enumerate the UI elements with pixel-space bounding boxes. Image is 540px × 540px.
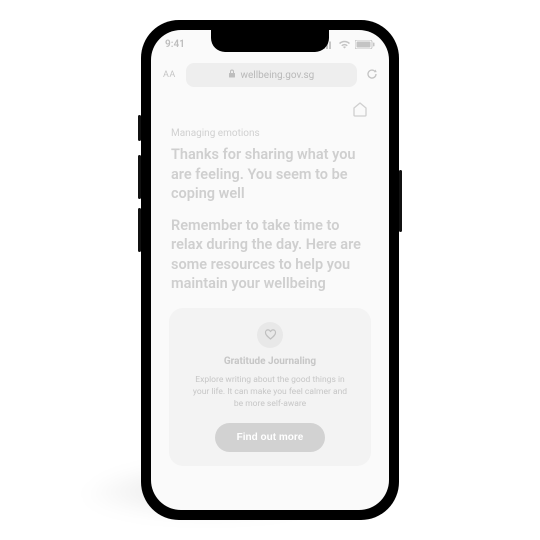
page-paragraph: Remember to take time to relax during th… <box>171 216 369 294</box>
phone-frame: 9:41 AA wellbeing.gov.sg <box>141 20 399 520</box>
reload-icon[interactable] <box>365 66 379 85</box>
phone-side-button <box>399 170 402 232</box>
status-time: 9:41 <box>165 39 185 50</box>
card-title: Gratitude Journaling <box>185 356 355 367</box>
browser-address-bar: AA wellbeing.gov.sg <box>161 60 379 90</box>
find-out-more-button[interactable]: Find out more <box>215 423 326 452</box>
address-pill[interactable]: wellbeing.gov.sg <box>186 63 357 87</box>
page-headline: Thanks for sharing what you are feeling.… <box>171 145 369 204</box>
page-content: Managing emotions Thanks for sharing wha… <box>151 90 389 466</box>
phone-side-button <box>138 208 141 252</box>
resource-card: Gratitude Journaling Explore writing abo… <box>169 308 371 466</box>
battery-icon <box>355 40 375 49</box>
home-icon[interactable] <box>351 100 369 122</box>
heart-icon <box>257 322 283 348</box>
phone-screen: 9:41 AA wellbeing.gov.sg <box>151 30 389 510</box>
wifi-icon <box>338 40 351 49</box>
section-eyebrow: Managing emotions <box>171 128 369 139</box>
phone-notch <box>211 30 329 52</box>
phone-side-button <box>138 155 141 199</box>
phone-side-button <box>138 115 141 141</box>
lock-icon <box>228 69 236 81</box>
text-size-button[interactable]: AA <box>161 70 178 80</box>
address-url: wellbeing.gov.sg <box>240 70 314 81</box>
card-body: Explore writing about the good things in… <box>191 375 349 411</box>
